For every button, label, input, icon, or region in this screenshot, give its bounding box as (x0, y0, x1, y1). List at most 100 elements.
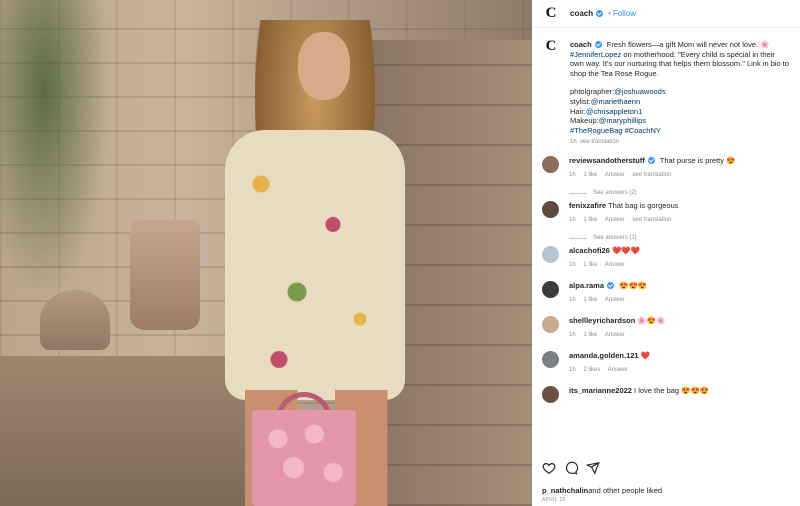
see-translation-link[interactable]: see translation (632, 172, 671, 178)
comment-likes[interactable]: 1 like (583, 297, 597, 303)
answer-button[interactable]: Answer (605, 172, 625, 178)
comment-time: 1h (569, 332, 576, 339)
flower-emoji: 🌸 (760, 40, 770, 49)
header-username[interactable]: coach (570, 9, 593, 18)
flower-planter (130, 220, 200, 330)
post-panel: C coach • Follow C coach Fresh flowers—a… (532, 0, 800, 506)
comment-time: 1h (569, 367, 576, 374)
comment-meta: 1h 1 like Answer see translation (569, 171, 787, 180)
comment-likes[interactable]: 1 like (583, 262, 597, 268)
comment-text: 🌸😍🌸 (635, 316, 666, 326)
comment-likes[interactable]: 1 like (583, 217, 597, 223)
answer-button[interactable]: Answer (605, 262, 625, 268)
comment-likes[interactable]: 1 like (583, 172, 597, 178)
separator-dot: • (608, 9, 611, 18)
comment-time: 1h (569, 172, 576, 179)
comment-username[interactable]: alcachofi26 (569, 246, 610, 255)
credit-line: stylist:@mariethaenn (570, 96, 641, 106)
post-header: C coach • Follow (532, 0, 800, 28)
comment-item: fenixzafire That bag is gorgeous 1h 1 li… (542, 201, 790, 241)
coach-logo-icon[interactable]: C (542, 5, 560, 23)
mention-link[interactable]: #JenniferLopez (570, 50, 621, 59)
credit-line: Makeup:@maryphillips (570, 116, 646, 126)
comment-likes[interactable]: 2 likes (583, 367, 600, 373)
see-answers-label: See answers (2) (593, 190, 637, 197)
comment-item: reviewsandotherstuff That purse is prett… (542, 156, 790, 196)
credit-line: Hair:@chrisappleton1 (570, 106, 643, 116)
credit-link[interactable]: @chrisappleton1 (586, 107, 642, 116)
comment-icon[interactable] (564, 461, 578, 475)
comment-item: alpa.rama 😍😍😍 1h 1 like Answer (542, 281, 790, 305)
avatar[interactable] (542, 316, 559, 334)
comment-text: That bag is gorgeous (606, 201, 679, 211)
action-bar (542, 461, 600, 475)
hashtags[interactable]: #TheRogueBag #CoachNY (570, 126, 790, 136)
see-answers-button[interactable]: See answers (1) (569, 235, 790, 241)
see-translation-link[interactable]: see translation (580, 139, 619, 145)
avatar[interactable] (542, 156, 559, 174)
comment-username[interactable]: amanda.golden.121 (569, 351, 639, 360)
comment-time: 1h (569, 297, 576, 304)
comment-time: 1h (569, 262, 576, 269)
verified-badge-icon (607, 281, 615, 289)
likes-text: and other people liked (588, 486, 663, 495)
divider-line (569, 192, 587, 194)
comment-item: shellleyrichardson 🌸😍🌸 1h 1 like Answer (542, 316, 790, 340)
caption-text: Fresh flowers—a gift Mom will never not … (604, 40, 761, 49)
see-translation-link[interactable]: see translation (632, 217, 671, 223)
answer-button[interactable]: Answer (605, 332, 625, 338)
comment-text: ❤️ (638, 351, 651, 361)
comment-meta: 1h 2 likes Answer (569, 366, 787, 375)
comment-meta: 1h 1 like Answer (569, 331, 787, 340)
credit-link[interactable]: @joshuawoods (614, 87, 665, 96)
comment-username[interactable]: its_marianne2022 (569, 386, 632, 395)
see-answers-button[interactable]: See answers (2) (569, 190, 790, 196)
comment-item: amanda.golden.121 ❤️ 1h 2 likes Answer (542, 351, 790, 375)
pink-floral-bag (252, 410, 356, 506)
coach-logo-icon[interactable]: C (542, 38, 560, 56)
see-answers-label: See answers (1) (593, 235, 637, 242)
comment-username[interactable]: fenixzafire (569, 201, 606, 210)
post-photo[interactable] (0, 0, 532, 506)
verified-badge-icon (594, 40, 602, 48)
avatar[interactable] (542, 281, 559, 299)
floral-romper (225, 130, 405, 400)
comment-meta: 1h 1 like Answer (569, 261, 787, 270)
liker-username[interactable]: p_nathchalin (542, 486, 588, 495)
comment-text: 😍😍😍 (617, 281, 648, 291)
comment-username[interactable]: reviewsandotherstuff (569, 156, 645, 165)
verified-badge-icon (647, 156, 655, 164)
comment-meta: 1h 1 like Answer (569, 296, 787, 305)
avatar[interactable] (542, 386, 559, 404)
face (298, 32, 350, 100)
credit-link[interactable]: @mariethaenn (591, 97, 640, 106)
comment-list: reviewsandotherstuff That purse is prett… (532, 156, 800, 404)
climbing-vine (0, 0, 110, 300)
comment-likes[interactable]: 1 like (583, 332, 597, 338)
post-date: APRIL 15 (542, 497, 566, 503)
comment-text: I love the bag 😍😍😍 (631, 386, 710, 396)
credit-link[interactable]: @maryphillips (599, 116, 646, 125)
comment-text: ❤️❤️❤️ (609, 246, 640, 256)
avatar[interactable] (542, 201, 559, 219)
comment-item: alcachofi26 ❤️❤️❤️ 1h 1 like Answer (542, 246, 790, 270)
answer-button[interactable]: Answer (605, 297, 625, 303)
caption-username[interactable]: coach (570, 40, 592, 49)
caption-meta: 1h see translation (570, 139, 620, 146)
comment-item: its_marianne2022 I love the bag 😍😍😍 (542, 386, 790, 404)
comment-username[interactable]: shellleyrichardson (569, 316, 635, 325)
avatar[interactable] (542, 246, 559, 264)
heart-icon[interactable] (542, 461, 556, 475)
likes-summary[interactable]: p_nathchalinand other people liked (542, 486, 662, 495)
comment-meta: 1h 1 like Answer see translation (569, 216, 787, 225)
answer-button[interactable]: Answer (605, 217, 625, 223)
verified-badge-icon (596, 10, 604, 17)
comment-username[interactable]: alpa.rama (569, 281, 604, 290)
share-icon[interactable] (586, 461, 600, 475)
stone-fountain (40, 290, 110, 350)
follow-button[interactable]: Follow (613, 9, 636, 18)
comment-time: 1h (569, 217, 576, 224)
answer-button[interactable]: Answer (608, 367, 628, 373)
avatar[interactable] (542, 351, 559, 369)
post-caption: C coach Fresh flowers—a gift Mom will ne… (532, 28, 800, 146)
